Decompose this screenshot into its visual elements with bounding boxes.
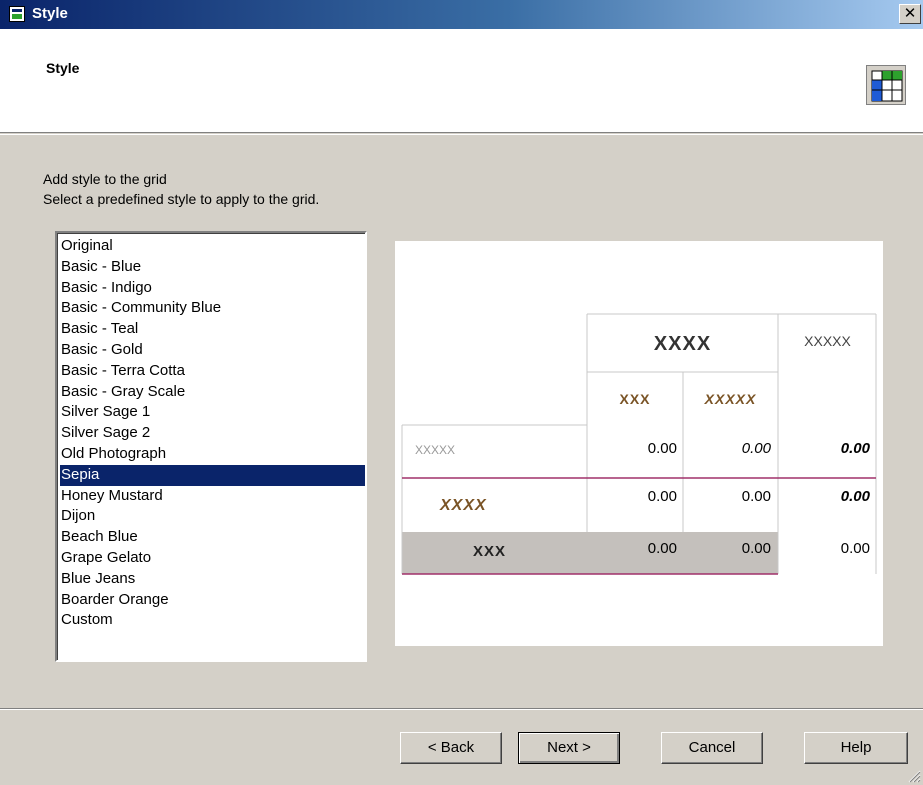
next-button[interactable]: Next >	[518, 732, 620, 764]
preview-cell: 0.00	[840, 540, 870, 557]
style-list-item[interactable]: Silver Sage 2	[60, 423, 365, 444]
preview-cell: 0.00	[741, 540, 771, 557]
style-list-item[interactable]: Dijon	[60, 506, 365, 527]
style-list-item[interactable]: Basic - Blue	[60, 257, 365, 278]
preview-cell: 0.00	[647, 440, 677, 457]
title-bar: Style ✕	[0, 0, 923, 29]
style-list-item[interactable]: Old Photograph	[60, 444, 365, 465]
cancel-button-label: Cancel	[688, 739, 736, 756]
instruction-text: Select a predefined style to apply to th…	[43, 191, 320, 207]
preview-subheader-2: XXXXX	[704, 391, 757, 407]
help-button[interactable]: Help	[804, 732, 908, 764]
preview-corner-header: XXXXX	[804, 333, 851, 349]
style-preview: XXXX XXXXX XXX XXXXX XXXXX 0.00 0.00 0.0…	[395, 241, 883, 646]
footer-divider	[0, 708, 923, 710]
page-title: Style	[46, 60, 80, 76]
header-divider	[0, 134, 923, 135]
style-list-item[interactable]: Basic - Gray Scale	[60, 382, 365, 403]
style-list-item[interactable]: Beach Blue	[60, 527, 365, 548]
preview-cell: 0.00	[840, 488, 870, 505]
style-list-item[interactable]: Honey Mustard	[60, 486, 365, 507]
style-list-item[interactable]: Silver Sage 1	[60, 402, 365, 423]
preview-cell: 0.00	[741, 440, 771, 457]
back-button[interactable]: < Back	[400, 732, 502, 764]
app-icon	[9, 6, 25, 22]
back-button-label: < Back	[427, 739, 475, 756]
cancel-button[interactable]: Cancel	[661, 732, 763, 764]
next-button-label: Next >	[547, 739, 591, 756]
style-list-item[interactable]: Custom	[60, 610, 365, 631]
preview-cell: 0.00	[647, 540, 677, 557]
style-list-item[interactable]: Original	[60, 236, 365, 257]
style-list-item[interactable]: Grape Gelato	[60, 548, 365, 569]
preview-cell: 0.00	[741, 488, 771, 505]
resize-grip-icon[interactable]	[907, 769, 921, 783]
preview-column-header: XXXX	[653, 333, 712, 355]
style-list-item[interactable]: Boarder Orange	[60, 590, 365, 611]
style-list-item[interactable]: Basic - Terra Cotta	[60, 361, 365, 382]
preview-cell: 0.00	[647, 488, 677, 505]
preview-subheader-1: XXX	[619, 391, 651, 407]
style-list-item[interactable]: Basic - Gold	[60, 340, 365, 361]
style-list-item[interactable]: Basic - Indigo	[60, 278, 365, 299]
close-button[interactable]: ✕	[899, 4, 921, 24]
wizard-header: Style	[0, 29, 923, 133]
preview-row2-label: XXXX	[440, 497, 487, 514]
instruction-heading: Add style to the grid	[43, 171, 167, 187]
window-title: Style	[32, 5, 68, 22]
preview-row1-label: XXXXX	[415, 443, 456, 457]
preview-cell: 0.00	[840, 440, 870, 457]
help-button-label: Help	[840, 739, 872, 756]
grid-style-icon	[866, 65, 906, 105]
style-list-item[interactable]: Blue Jeans	[60, 569, 365, 590]
style-list-item[interactable]: Sepia	[60, 464, 365, 486]
preview-row3-label: XXX	[473, 543, 507, 560]
style-listbox[interactable]: Original Basic - Blue Basic - Indigo Basic …	[55, 231, 367, 662]
style-list-item[interactable]: Basic - Community Blue	[60, 298, 365, 319]
style-list-item[interactable]: Basic - Teal	[60, 319, 365, 340]
